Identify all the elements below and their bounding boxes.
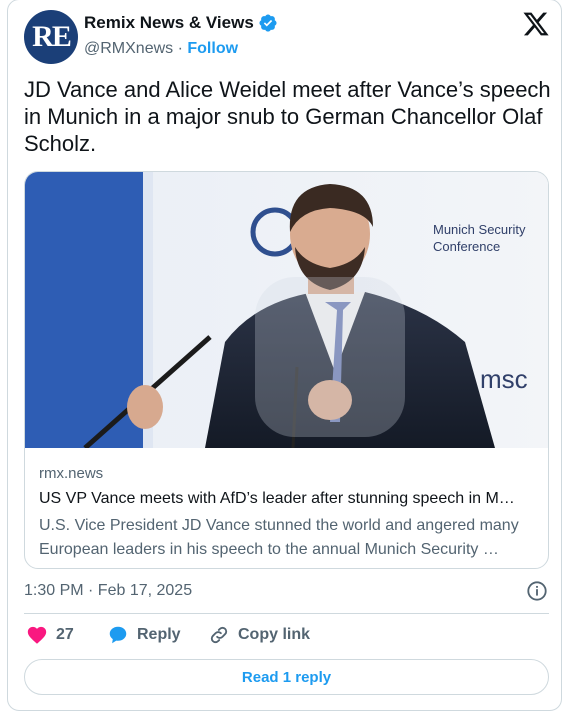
- image-logo-text: msc: [480, 364, 528, 394]
- link-title: US VP Vance meets with AfD’s leader afte…: [39, 490, 515, 507]
- info-icon[interactable]: [526, 580, 548, 602]
- link-domain: rmx.news: [39, 465, 104, 482]
- link-description: U.S. Vice President JD Vance stunned the…: [39, 517, 519, 558]
- copy-link-label: Copy link: [238, 626, 311, 643]
- verified-badge-icon: [259, 14, 277, 32]
- reply-bubble-icon: [109, 626, 127, 644]
- divider: [24, 613, 549, 614]
- like-button[interactable]: 27: [26, 624, 74, 646]
- tweet-text: JD Vance and Alice Weidel meet after Van…: [24, 77, 551, 156]
- reply-label: Reply: [137, 626, 181, 643]
- display-name[interactable]: Remix News & Views: [84, 13, 254, 33]
- handle-row: @RMXnews · Follow: [84, 40, 238, 58]
- timestamp[interactable]: 1:30 PM · Feb 17, 2025: [24, 582, 192, 600]
- x-logo-icon[interactable]: [522, 10, 550, 38]
- link-icon: [210, 626, 228, 644]
- copy-link-button[interactable]: Copy link: [208, 624, 310, 646]
- image-caption-line2: Conference: [433, 239, 500, 254]
- avatar[interactable]: RE: [24, 10, 78, 64]
- image-caption-line1: Munich Security: [433, 222, 526, 237]
- article-image: Munich Security Conference msc: [25, 172, 548, 448]
- handle[interactable]: @RMXnews: [84, 40, 173, 57]
- follow-button[interactable]: Follow: [187, 40, 238, 57]
- display-name-row[interactable]: Remix News & Views: [84, 13, 278, 33]
- read-replies-button[interactable]: Read 1 reply: [24, 659, 549, 695]
- link-card[interactable]: Munich Security Conference msc rmx.news …: [24, 171, 549, 569]
- handle-separator: ·: [173, 40, 188, 57]
- like-count: 27: [56, 626, 74, 643]
- reply-button[interactable]: Reply: [107, 624, 181, 646]
- heart-icon: [27, 626, 47, 644]
